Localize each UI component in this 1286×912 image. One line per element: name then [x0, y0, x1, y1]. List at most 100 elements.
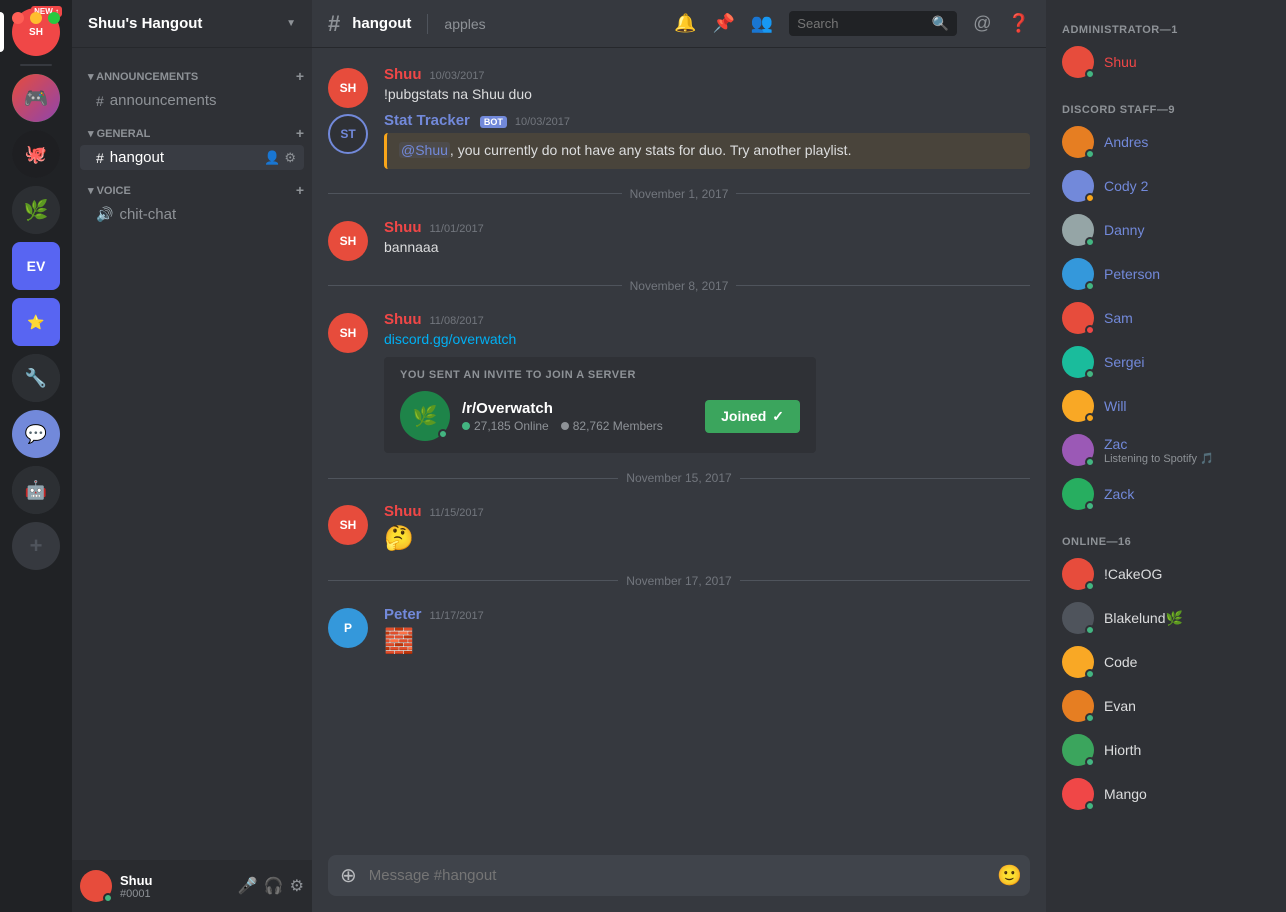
- member-item-code[interactable]: Code: [1054, 640, 1278, 684]
- search-bar[interactable]: 🔍: [789, 11, 957, 36]
- server-name-header[interactable]: Shuu's Hangout ▼: [72, 0, 312, 48]
- current-user-avatar: [80, 870, 112, 902]
- bell-icon[interactable]: 🔔: [674, 13, 696, 34]
- message-author-bot[interactable]: Stat Tracker: [384, 112, 470, 129]
- emoji-brick: 🧱: [384, 628, 414, 655]
- member-item-will[interactable]: Will: [1054, 384, 1278, 428]
- invite-online-stat: 27,185 Online: [462, 419, 549, 433]
- server-icon-7[interactable]: 🔧: [12, 354, 60, 402]
- add-voice-icon[interactable]: +: [296, 182, 304, 198]
- category-voice[interactable]: ▾ VOICE +: [72, 178, 312, 202]
- member-item-cody[interactable]: Cody 2: [1054, 164, 1278, 208]
- member-status-sam: [1085, 325, 1095, 335]
- member-status-code: [1085, 669, 1095, 679]
- window-close-button[interactable]: [12, 12, 24, 24]
- joined-label: Joined: [721, 408, 766, 424]
- member-name-hiorth: Hiorth: [1104, 742, 1141, 758]
- invite-link[interactable]: discord.gg/overwatch: [384, 331, 516, 347]
- avatar-shuu3: SH: [328, 313, 368, 353]
- member-status-cody: [1085, 193, 1095, 203]
- mute-icon[interactable]: 🎤: [238, 876, 258, 896]
- header-icons: 🔔 📌 👥 🔍 @ ❓: [674, 11, 1030, 36]
- member-name-mango: Mango: [1104, 786, 1147, 802]
- member-avatar-andres: [1062, 126, 1094, 158]
- settings-icon[interactable]: ⚙: [284, 150, 296, 166]
- add-channel-general-icon[interactable]: +: [296, 125, 304, 141]
- pin-icon[interactable]: 📌: [712, 13, 734, 34]
- member-info-zac: Zac Listening to Spotify 🎵: [1104, 436, 1214, 465]
- server-icon-6[interactable]: ⭐: [12, 298, 60, 346]
- emoji-picker-button[interactable]: 🙂: [997, 863, 1022, 888]
- avatar-peter: P: [328, 608, 368, 648]
- help-icon[interactable]: ❓: [1008, 13, 1030, 34]
- joined-button[interactable]: Joined ✓: [705, 400, 800, 433]
- channel-topic: apples: [444, 16, 485, 32]
- member-avatar-cody: [1062, 170, 1094, 202]
- member-item-danny[interactable]: Danny: [1054, 208, 1278, 252]
- message-author-overwatch[interactable]: Shuu: [384, 311, 422, 328]
- member-name-blakelund: Blakelund🌿: [1104, 610, 1183, 627]
- messages-area: SH Shuu 10/03/2017 !pubgstats na Shuu du…: [312, 48, 1046, 855]
- search-icon: 🔍: [932, 15, 949, 32]
- category-voice-label: ▾ VOICE: [88, 184, 131, 197]
- server-icon-3[interactable]: 🐙: [12, 130, 60, 178]
- message-header-bannaaa: Shuu 11/01/2017: [384, 219, 1030, 236]
- server-icon-10[interactable]: +: [12, 522, 60, 570]
- member-item-evan[interactable]: Evan: [1054, 684, 1278, 728]
- category-announcements[interactable]: ▾ ANNOUNCEMENTS +: [72, 64, 312, 88]
- avatar-shuu2: SH: [328, 221, 368, 261]
- member-avatar-mango: [1062, 778, 1094, 810]
- member-avatar-danny: [1062, 214, 1094, 246]
- member-item-sam[interactable]: Sam: [1054, 296, 1278, 340]
- member-name-zac: Zac: [1104, 436, 1214, 452]
- message-input[interactable]: [369, 857, 989, 894]
- member-status-peterson: [1085, 281, 1095, 291]
- server-icon-8[interactable]: 💬: [12, 410, 60, 458]
- server-icon-9[interactable]: 🤖: [12, 466, 60, 514]
- add-member-icon[interactable]: 👤: [264, 150, 280, 166]
- member-item-cakeog[interactable]: !CakeOG: [1054, 552, 1278, 596]
- member-item-shuu[interactable]: Shuu: [1054, 40, 1278, 84]
- add-channel-icon[interactable]: +: [296, 68, 304, 84]
- at-icon[interactable]: @: [973, 13, 991, 34]
- category-general[interactable]: ▾ GENERAL +: [72, 121, 312, 145]
- add-attachment-button[interactable]: ⊕: [336, 855, 361, 896]
- message-author[interactable]: Shuu: [384, 66, 422, 83]
- member-item-andres[interactable]: Andres: [1054, 120, 1278, 164]
- member-sub-zac: Listening to Spotify 🎵: [1104, 452, 1214, 465]
- member-name-cakeog: !CakeOG: [1104, 566, 1162, 582]
- message-content-bot: Stat Tracker BOT 10/03/2017 @Shuu, you c…: [384, 112, 1030, 169]
- members-icon[interactable]: 👥: [751, 13, 773, 34]
- member-item-zack[interactable]: Zack: [1054, 472, 1278, 516]
- message-author-emoji[interactable]: Shuu: [384, 503, 422, 520]
- message-timestamp: 10/03/2017: [430, 70, 485, 82]
- message-author-bannaaa[interactable]: Shuu: [384, 219, 422, 236]
- member-item-peterson[interactable]: Peterson: [1054, 252, 1278, 296]
- window-maximize-button[interactable]: [48, 12, 60, 24]
- message-group-overwatch: SH Shuu 11/08/2017 discord.gg/overwatch …: [312, 309, 1046, 456]
- message-input-box: ⊕ 🙂: [328, 855, 1030, 896]
- member-avatar-sergei: [1062, 346, 1094, 378]
- members-sidebar: ADMINISTRATOR—1 Shuu DISCORD STAFF—9 And…: [1046, 0, 1286, 912]
- member-name-cody: Cody 2: [1104, 178, 1148, 194]
- member-item-mango[interactable]: Mango: [1054, 772, 1278, 816]
- member-status-blakelund: [1085, 625, 1095, 635]
- window-minimize-button[interactable]: [30, 12, 42, 24]
- channel-item-hangout[interactable]: # hangout 👤 ⚙: [80, 145, 304, 170]
- server-icon-2[interactable]: 🎮: [12, 74, 60, 122]
- member-name-shuu: Shuu: [1104, 54, 1137, 70]
- member-item-hiorth[interactable]: Hiorth: [1054, 728, 1278, 772]
- deafen-icon[interactable]: 🎧: [264, 876, 284, 896]
- message-author-peter[interactable]: Peter: [384, 606, 422, 623]
- member-item-zac[interactable]: Zac Listening to Spotify 🎵: [1054, 428, 1278, 472]
- member-item-sergei[interactable]: Sergei: [1054, 340, 1278, 384]
- channel-item-announcements[interactable]: # announcements: [80, 88, 304, 113]
- settings-icon[interactable]: ⚙: [290, 876, 304, 896]
- member-item-blakelund[interactable]: Blakelund🌿: [1054, 596, 1278, 640]
- search-input[interactable]: [797, 16, 928, 31]
- channel-item-chitchat[interactable]: 🔊 chit-chat: [80, 202, 304, 227]
- server-icon-5[interactable]: EV: [12, 242, 60, 290]
- server-icon-4[interactable]: 🌿: [12, 186, 60, 234]
- member-name-will: Will: [1104, 398, 1127, 414]
- user-status-dot: [103, 893, 113, 903]
